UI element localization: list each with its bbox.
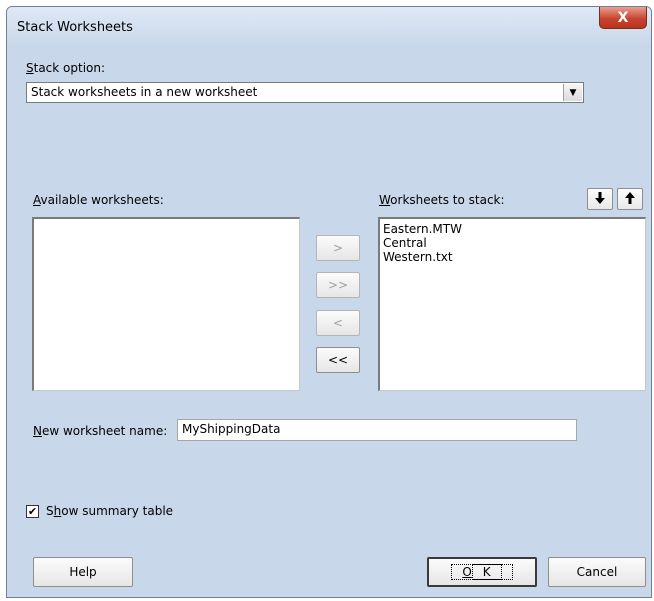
add-all-button[interactable]: >> (316, 272, 360, 298)
stack-option-dropdown[interactable]: Stack worksheets in a new worksheet ▼ (26, 82, 584, 103)
arrow-down-icon (594, 190, 606, 209)
remove-all-button[interactable]: << (316, 347, 360, 373)
stack-option-value: Stack worksheets in a new worksheet (31, 85, 258, 99)
new-worksheet-name-field[interactable] (177, 419, 577, 441)
new-worksheet-name-label: New worksheet name: (33, 424, 168, 438)
arrow-up-icon (624, 190, 636, 209)
worksheets-to-stack-list[interactable]: Eastern.MTW Central Western.txt (378, 217, 646, 391)
available-worksheets-list[interactable] (32, 217, 300, 391)
add-selected-button[interactable]: > (316, 235, 360, 261)
list-item[interactable]: Western.txt (380, 250, 645, 264)
move-up-button[interactable] (617, 188, 643, 210)
move-down-button[interactable] (587, 188, 613, 210)
worksheets-to-stack-label: Worksheets to stack: (379, 193, 505, 207)
ok-button[interactable]: OK (427, 557, 537, 587)
close-button[interactable]: X (599, 7, 647, 29)
show-summary-checkbox[interactable]: ✔ (26, 505, 39, 518)
close-icon: X (617, 9, 629, 26)
list-item[interactable]: Central (380, 236, 645, 250)
title-bar: Stack Worksheets X (7, 7, 651, 47)
checkmark-icon: ✔ (27, 505, 38, 518)
show-summary-label[interactable]: Show summary table (46, 504, 173, 518)
help-button[interactable]: Help (33, 557, 133, 587)
new-worksheet-name-input[interactable] (182, 422, 562, 436)
dropdown-arrow-icon[interactable]: ▼ (563, 84, 582, 101)
remove-selected-button[interactable]: < (316, 310, 360, 336)
dialog-title: Stack Worksheets (17, 20, 133, 35)
available-worksheets-label: Available worksheets: (33, 193, 164, 207)
cancel-button[interactable]: Cancel (548, 557, 646, 587)
stack-option-label: Stack option: (26, 61, 106, 75)
list-item[interactable]: Eastern.MTW (380, 222, 645, 236)
